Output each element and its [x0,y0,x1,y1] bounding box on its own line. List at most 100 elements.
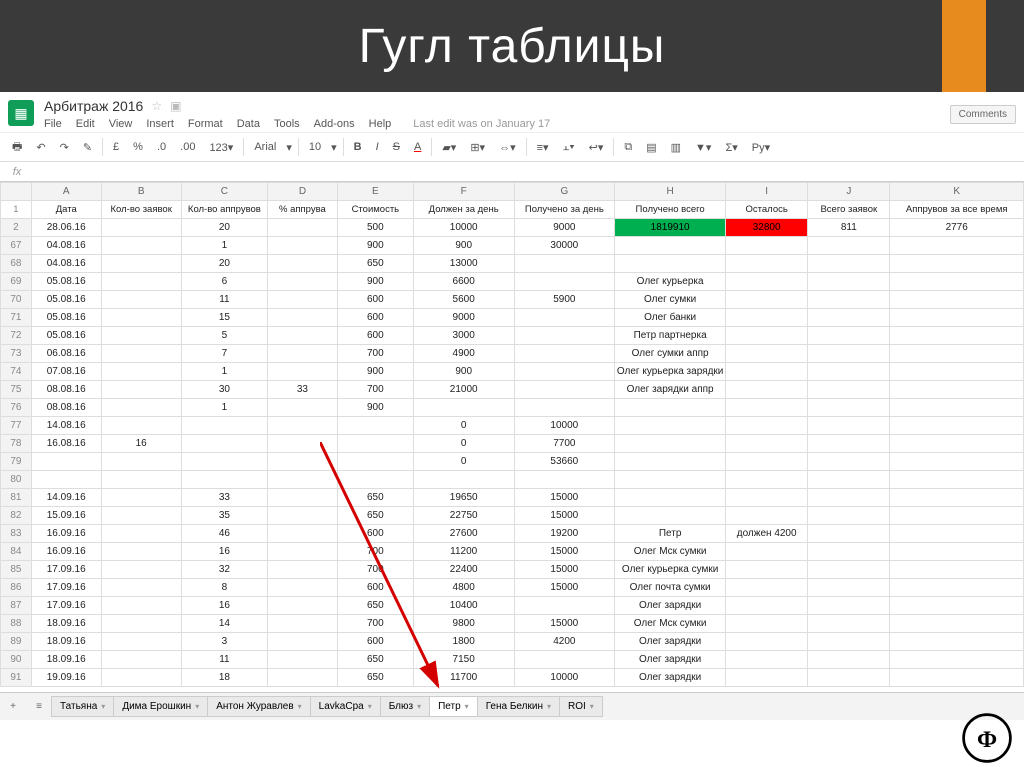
cell[interactable] [890,489,1024,507]
cell[interactable]: 13000 [413,255,514,273]
cell[interactable]: 10000 [514,669,615,687]
cell[interactable]: 05.08.16 [31,291,101,309]
cell[interactable]: Олег банки [615,309,726,327]
cell[interactable] [808,615,890,633]
cell[interactable] [890,579,1024,597]
cell[interactable]: 35 [181,507,267,525]
cell[interactable] [101,417,181,435]
cell[interactable] [413,399,514,417]
cell[interactable]: 650 [337,255,413,273]
cell[interactable] [808,471,890,489]
cell[interactable] [514,399,615,417]
cell[interactable]: 22400 [413,561,514,579]
cell[interactable]: 11 [181,291,267,309]
cell[interactable]: Кол-во аппрувов [181,201,267,219]
cell[interactable]: 16 [181,597,267,615]
row-header[interactable]: 90 [1,651,32,669]
row-header[interactable]: 87 [1,597,32,615]
cell[interactable] [726,453,808,471]
row-header[interactable]: 85 [1,561,32,579]
cell[interactable]: Олег Мск сумки [615,543,726,561]
cell[interactable]: 0 [413,453,514,471]
cell[interactable] [101,597,181,615]
cell[interactable]: 5900 [514,291,615,309]
format-dec-dec[interactable]: .0 [153,139,170,155]
cell[interactable]: 32800 [726,219,808,237]
cell[interactable]: 3 [181,633,267,651]
cell[interactable]: 14.08.16 [31,417,101,435]
cell[interactable] [808,435,890,453]
cell[interactable]: Олег курьерка [615,273,726,291]
cell[interactable]: 600 [337,525,413,543]
cell[interactable] [268,453,338,471]
cell[interactable] [514,345,615,363]
cell[interactable]: 1 [181,399,267,417]
chevron-down-icon[interactable]: ▾ [298,702,302,711]
cell[interactable]: 11200 [413,543,514,561]
cell[interactable] [101,363,181,381]
cell[interactable] [268,273,338,291]
cell[interactable] [181,471,267,489]
menu-view[interactable]: View [109,118,133,130]
cell[interactable] [726,291,808,309]
cell[interactable]: Олег зарядки [615,633,726,651]
row-header[interactable]: 81 [1,489,32,507]
cell[interactable]: Получено всего [615,201,726,219]
cell[interactable] [101,669,181,687]
format-more[interactable]: 123▾ [205,139,237,156]
cell[interactable] [514,255,615,273]
italic-icon[interactable]: I [372,139,383,155]
cell[interactable]: 53660 [514,453,615,471]
cell[interactable] [890,471,1024,489]
cell[interactable] [890,399,1024,417]
cell[interactable]: 17.09.16 [31,597,101,615]
col-header-H[interactable]: H [615,183,726,201]
cell[interactable] [726,561,808,579]
cell[interactable] [726,237,808,255]
cell[interactable] [514,651,615,669]
cell[interactable] [890,525,1024,543]
chart-icon[interactable]: ▥ [667,139,685,156]
cell[interactable] [726,669,808,687]
cell[interactable] [890,615,1024,633]
cell[interactable]: 600 [337,633,413,651]
cell[interactable] [726,507,808,525]
cell[interactable] [101,453,181,471]
cell[interactable] [101,525,181,543]
cell[interactable]: 17.09.16 [31,561,101,579]
cell[interactable] [890,669,1024,687]
cell[interactable]: 19650 [413,489,514,507]
cell[interactable] [615,507,726,525]
cell[interactable] [31,471,101,489]
valign-icon[interactable]: ⫠▾ [559,139,579,156]
cell[interactable] [808,651,890,669]
row-header[interactable]: 83 [1,525,32,543]
redo-icon[interactable]: ↷ [56,139,73,156]
cell[interactable]: 18.09.16 [31,633,101,651]
cell[interactable]: 900 [413,237,514,255]
cell[interactable] [101,507,181,525]
spreadsheet-grid[interactable]: ABCDEFGHIJK 1ДатаКол-во заявокКол-во апп… [0,182,1024,687]
cell[interactable] [808,363,890,381]
cell[interactable] [808,579,890,597]
comments-button[interactable]: Comments [950,105,1016,124]
cell[interactable] [268,633,338,651]
row-header[interactable]: 73 [1,345,32,363]
sheet-tab[interactable]: ROI▾ [559,696,603,717]
cell[interactable]: должен 4200 [726,525,808,543]
cell[interactable] [268,615,338,633]
filter-icon[interactable]: ▼▾ [691,139,715,156]
undo-icon[interactable]: ↶ [32,139,49,156]
cell[interactable] [890,327,1024,345]
row-header[interactable]: 68 [1,255,32,273]
cell[interactable]: Олег курьерка сумки [615,561,726,579]
cell[interactable]: 11 [181,651,267,669]
font-family[interactable]: Arial [250,139,280,155]
row-header[interactable]: 72 [1,327,32,345]
cell[interactable] [890,309,1024,327]
cell[interactable]: 5 [181,327,267,345]
wrap-icon[interactable]: ↩▾ [585,139,608,156]
cell[interactable] [808,543,890,561]
row-header[interactable]: 86 [1,579,32,597]
cell[interactable] [101,399,181,417]
